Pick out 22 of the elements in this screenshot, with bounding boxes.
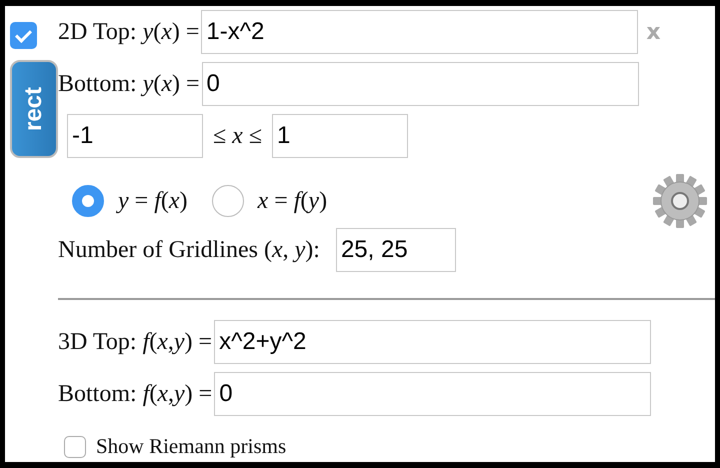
formula-field[interactable]: 1-x^2 (201, 10, 638, 54)
field-label: 2D Top: y(x) = (58, 18, 200, 46)
formula-field[interactable]: 0 (214, 372, 652, 416)
formula-field[interactable]: x^2+y^2 (214, 320, 652, 364)
field-label: Bottom: y(x) = (58, 70, 200, 98)
radio-button[interactable] (212, 185, 244, 217)
min-field[interactable]: -1 (67, 114, 203, 158)
rect-button[interactable]: rect (10, 60, 58, 158)
radio-label: y = f(x) (118, 188, 188, 214)
gridlines-label: Number of Gridlines (x, y): (58, 236, 320, 264)
max-field[interactable]: 1 (272, 114, 408, 158)
field-label: Bottom: f(x,y) = (58, 380, 212, 408)
gear-icon[interactable] (652, 173, 708, 229)
checkbox-label: Show Riemann prisms (96, 434, 286, 459)
checkbox[interactable] (10, 22, 37, 49)
radio-label: x = f(y) (258, 188, 328, 214)
field-label: 3D Top: f(x,y) = (58, 328, 212, 356)
gridlines-field[interactable]: 25, 25 (336, 228, 456, 272)
radio-button[interactable] (72, 185, 104, 217)
checkbox[interactable] (64, 436, 86, 458)
range-label: ≤ x ≤ (213, 122, 262, 150)
formula-field[interactable]: 0 (202, 62, 639, 106)
